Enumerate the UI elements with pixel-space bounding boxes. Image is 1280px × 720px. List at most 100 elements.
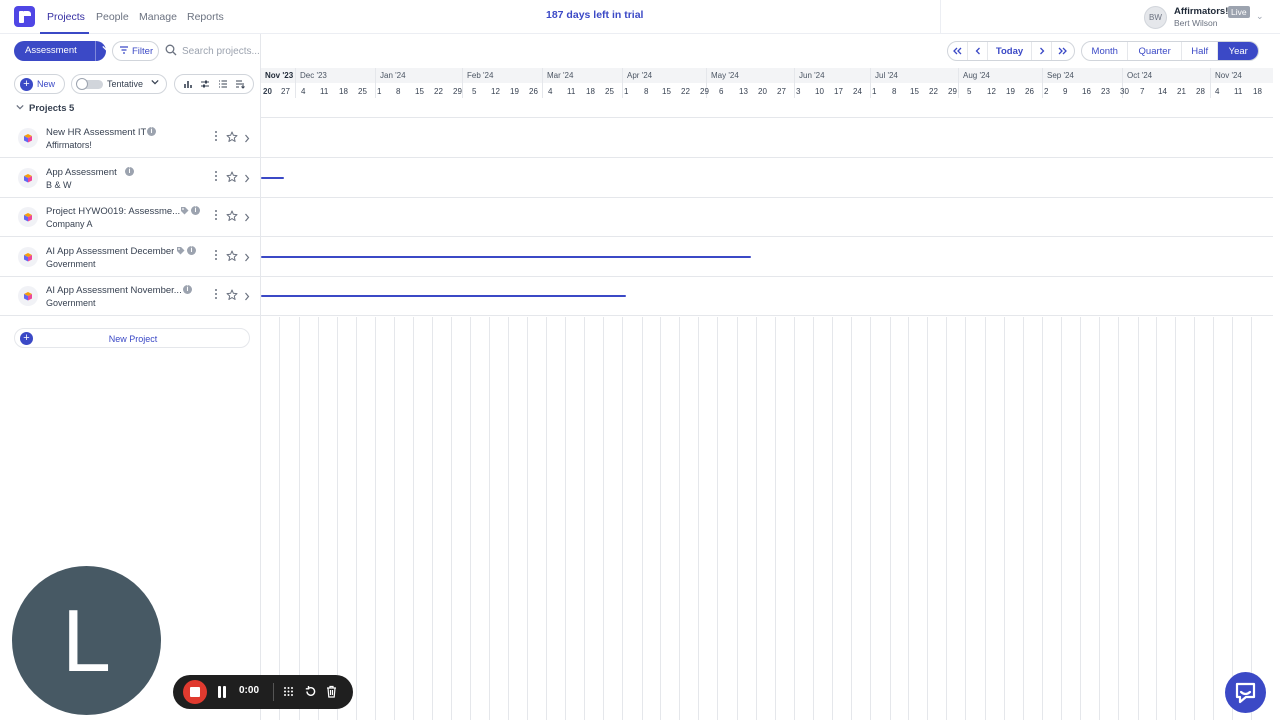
more-options-icon[interactable] — [213, 210, 219, 224]
tab-people[interactable]: People — [96, 11, 129, 23]
project-title[interactable]: AI App Assessment December — [46, 246, 174, 257]
project-cube-icon — [18, 286, 38, 307]
chevron-down-icon[interactable] — [151, 78, 159, 88]
adjust-icon[interactable] — [200, 79, 210, 89]
avatar[interactable]: BW — [1144, 6, 1167, 29]
project-title[interactable]: New HR Assessment IT — [46, 127, 146, 138]
project-title[interactable]: App Assessment — [46, 167, 117, 178]
info-icon[interactable]: i — [147, 127, 156, 136]
project-row[interactable]: App Assessment B & W i — [0, 158, 1273, 198]
grid-line — [584, 317, 585, 720]
chevron-right-icon[interactable] — [244, 174, 250, 183]
project-timeline-bar[interactable] — [261, 176, 284, 179]
chevron-right-icon[interactable] — [244, 253, 250, 262]
toggle-switch[interactable] — [76, 78, 103, 90]
scale-quarter-button[interactable]: Quarter — [1128, 42, 1182, 60]
next-button[interactable] — [1032, 42, 1052, 60]
bar-chart-icon[interactable] — [183, 79, 193, 89]
month-label: Nov '24 — [1215, 71, 1242, 80]
week-label: 3 — [796, 87, 801, 96]
projects-group-header[interactable]: Projects 5 — [0, 98, 261, 118]
tag-icon[interactable] — [180, 206, 189, 215]
more-options-icon[interactable] — [213, 249, 219, 264]
new-button[interactable]: + New — [14, 74, 65, 94]
filter-button[interactable]: Filter — [112, 41, 159, 61]
view-select-button[interactable]: Assessment — [14, 41, 110, 61]
week-label: 4 — [1215, 87, 1220, 96]
new-project-button[interactable]: + New Project — [14, 328, 250, 348]
app-logo[interactable] — [14, 6, 35, 27]
project-row[interactable]: AI App Assessment December Government i — [0, 237, 1273, 277]
trial-banner[interactable]: 187 days left in trial — [546, 9, 643, 21]
jump-forward-button[interactable] — [1052, 42, 1072, 60]
search-input[interactable] — [182, 43, 382, 59]
chevron-left-icon — [975, 47, 980, 55]
more-options-icon[interactable] — [213, 170, 219, 185]
project-row[interactable]: AI App Assessment November... Government i — [0, 276, 1273, 317]
star-icon[interactable] — [226, 210, 238, 222]
week-label: 8 — [892, 87, 897, 96]
week-label: 29 — [700, 87, 709, 96]
star-icon[interactable] — [226, 171, 238, 183]
month-label: Jun '24 — [799, 71, 825, 80]
project-timeline-bar[interactable] — [261, 255, 752, 258]
grid-line — [337, 317, 338, 720]
star-icon[interactable] — [226, 250, 238, 262]
chevron-down-icon[interactable] — [16, 103, 24, 113]
scale-half-button[interactable]: Half — [1182, 42, 1219, 60]
project-timeline-bar[interactable] — [261, 295, 626, 298]
week-label: 15 — [910, 87, 919, 96]
chevron-right-icon[interactable] — [244, 134, 250, 143]
week-label: 22 — [434, 87, 443, 96]
chevron-right-icon[interactable] — [244, 292, 250, 301]
chevron-down-icon[interactable] — [102, 44, 110, 54]
info-icon[interactable]: i — [125, 166, 134, 176]
week-label: 13 — [739, 87, 748, 96]
grid-line — [946, 317, 947, 720]
tag-icon[interactable] — [176, 246, 185, 255]
month-label: Dec '23 — [300, 71, 327, 80]
tab-manage[interactable]: Manage — [139, 11, 177, 23]
grid-line — [1156, 317, 1157, 720]
week-label: 1 — [377, 87, 382, 96]
scale-month-button[interactable]: Month — [1082, 42, 1129, 60]
restart-icon[interactable] — [304, 685, 317, 698]
tab-reports[interactable]: Reports — [187, 11, 224, 23]
help-chat-button[interactable] — [1225, 672, 1266, 713]
week-row: 20 27 4 11 18 25 1 8 15 22 29 5 12 19 26 4 11 18 25 1 8 15 22 2… — [261, 83, 1273, 98]
more-options-icon[interactable] — [213, 131, 219, 145]
time-scale-switch: Month Quarter Half Year — [1081, 41, 1259, 61]
today-button[interactable]: Today — [988, 42, 1032, 60]
trash-icon[interactable] — [325, 685, 338, 698]
info-icon[interactable]: i — [183, 285, 192, 295]
project-row[interactable]: New HR Assessment IT Affirmators! i — [0, 118, 1273, 158]
star-icon[interactable] — [226, 131, 238, 143]
project-title[interactable]: Project HYWO019: Assessme... — [46, 206, 180, 217]
tab-projects[interactable]: Projects — [47, 11, 85, 23]
info-icon[interactable]: i — [187, 245, 196, 255]
prev-button[interactable] — [968, 42, 988, 60]
sort-list-icon[interactable] — [235, 79, 246, 89]
jump-back-button[interactable] — [948, 42, 968, 60]
recorder-controls: 0:00 — [173, 675, 353, 709]
account-company[interactable]: Affirmators! — [1174, 6, 1228, 17]
tentative-toggle[interactable]: Tentative — [71, 74, 167, 94]
info-icon[interactable]: i — [191, 206, 200, 216]
week-label: 19 — [1006, 87, 1015, 96]
project-row[interactable]: Project HYWO019: Assessme... Company A i — [0, 197, 1273, 238]
stop-recording-button[interactable] — [183, 680, 207, 704]
month-label: Feb '24 — [467, 71, 494, 80]
grid-line — [965, 317, 966, 720]
more-options-icon[interactable] — [213, 289, 219, 303]
list-order-icon[interactable] — [218, 79, 228, 89]
week-label: 27 — [281, 87, 290, 96]
chevron-right-icon[interactable] — [244, 213, 250, 222]
pause-icon[interactable] — [217, 686, 227, 698]
star-icon[interactable] — [226, 289, 238, 301]
week-label: 20 — [263, 87, 272, 96]
project-title[interactable]: AI App Assessment November... — [46, 285, 182, 296]
camera-bubble[interactable]: L — [12, 566, 161, 715]
scale-year-button[interactable]: Year — [1218, 42, 1258, 60]
grid-dots-icon[interactable] — [282, 685, 295, 698]
chevron-down-icon[interactable]: ⌄ — [1256, 11, 1264, 22]
